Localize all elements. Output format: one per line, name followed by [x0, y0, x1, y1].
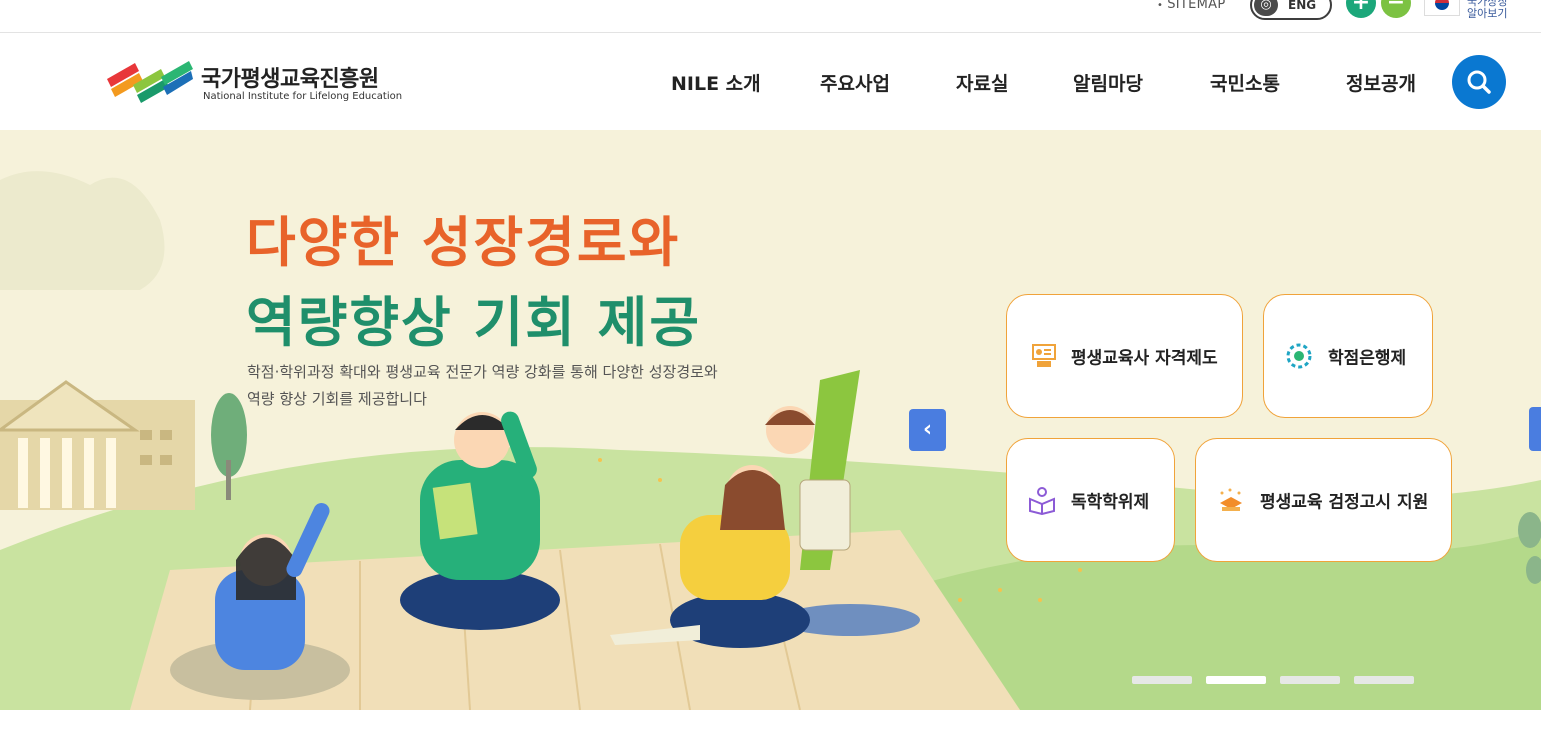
slide-indicator-2[interactable]: [1206, 676, 1266, 684]
hero-description-line2: 역량 향상 기회를 제공합니다: [247, 390, 427, 408]
logo-korean-name: 국가평생교육진흥원: [201, 67, 379, 92]
hero-headline-line1: 다양한 성장경로와: [246, 211, 681, 274]
service-card-exam-support[interactable]: 평생교육 검정고시 지원: [1195, 438, 1452, 562]
site-header: 국가평생교육진흥원 National Institute for Lifelon…: [0, 33, 1541, 130]
nav-item-about[interactable]: NILE 소개: [671, 69, 761, 96]
logo-english-name: National Institute for Lifelong Educatio…: [203, 91, 403, 102]
language-toggle[interactable]: ◎ ENG: [1250, 0, 1332, 20]
nav-item-library[interactable]: 자료실: [956, 69, 1008, 96]
exam-support-icon: [1220, 488, 1242, 511]
hero-banner: 다양한 성장경로와 역량향상 기회 제공 학점·학위과정 확대와 평생교육 전문…: [0, 130, 1541, 710]
certificate-icon: [1032, 344, 1056, 367]
language-label: ENG: [1288, 0, 1317, 12]
self-study-icon: [1029, 487, 1055, 515]
service-card-label: 평생교육사 자격제도: [1071, 348, 1218, 369]
content-start: [0, 710, 1541, 739]
service-card-self-study-degree[interactable]: 독학학위제: [1006, 438, 1175, 562]
sitemap-link[interactable]: • SITEMAP: [1157, 0, 1226, 12]
utility-bar: • SITEMAP ◎ ENG + − 국가상징 알아보기: [0, 0, 1541, 33]
sitemap-label: SITEMAP: [1167, 0, 1226, 12]
globe-icon: ◎: [1254, 0, 1278, 16]
hero-description: 학점·학위과정 확대와 평생교육 전문가 역량 강화를 통해 다양한 성장경로와…: [247, 359, 767, 413]
service-card-credit-bank[interactable]: 학점은행제: [1263, 294, 1433, 418]
hero-description-line1: 학점·학위과정 확대와 평생교육 전문가 역량 강화를 통해 다양한 성장경로와: [247, 363, 718, 381]
nav-item-notices[interactable]: 알림마당: [1073, 69, 1143, 96]
credit-bank-icon: [1286, 343, 1312, 369]
slide-prev-button[interactable]: ‹: [909, 409, 946, 451]
zoom-out-button[interactable]: −: [1381, 0, 1411, 18]
building-icon: [0, 380, 195, 510]
national-flag-icon[interactable]: [1424, 0, 1460, 16]
slide-indicator-4[interactable]: [1354, 676, 1414, 684]
hero-illustration: [0, 171, 1541, 710]
hero-headline-line2: 역량향상 기회 제공: [246, 291, 702, 354]
search-icon: [1467, 70, 1491, 94]
slide-indicator-1[interactable]: [1132, 676, 1192, 684]
service-card-lifelong-educator[interactable]: 평생교육사 자격제도: [1006, 294, 1243, 418]
service-card-label: 학점은행제: [1328, 348, 1407, 369]
service-card-label: 독학학위제: [1071, 492, 1150, 513]
service-card-label: 평생교육 검정고시 지원: [1260, 492, 1429, 513]
nav-item-public-communication[interactable]: 국민소통: [1210, 69, 1280, 96]
national-symbol-link[interactable]: 국가상징 알아보기: [1467, 0, 1507, 20]
bullet-icon: •: [1157, 0, 1164, 11]
nile-logo-icon: [107, 61, 193, 103]
nav-item-information-disclosure[interactable]: 정보공개: [1346, 69, 1416, 96]
slide-indicator-3[interactable]: [1280, 676, 1340, 684]
search-button[interactable]: [1452, 55, 1506, 109]
national-symbol-line2: 알아보기: [1467, 7, 1508, 20]
zoom-in-button[interactable]: +: [1346, 0, 1376, 18]
nav-item-main-projects[interactable]: 주요사업: [820, 69, 890, 96]
taegeuk-icon: [1435, 0, 1449, 10]
slide-next-button[interactable]: [1529, 407, 1541, 451]
